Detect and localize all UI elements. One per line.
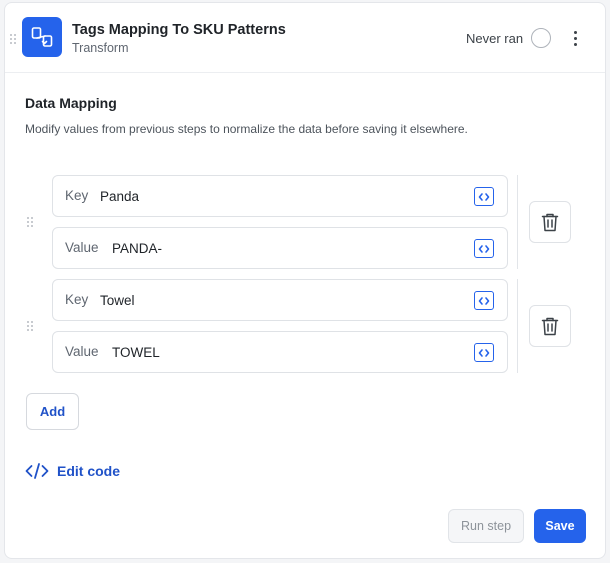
- key-label: Key: [65, 188, 89, 203]
- value-label: Value: [65, 240, 99, 255]
- step-type: Transform: [72, 41, 129, 55]
- trash-icon: [541, 213, 559, 232]
- section-title: Data Mapping: [25, 95, 117, 111]
- code-icon: [25, 463, 49, 479]
- delete-mapping-button[interactable]: [529, 201, 571, 243]
- trash-icon: [541, 317, 559, 336]
- value-value[interactable]: TOWEL: [112, 345, 160, 360]
- section-description: Modify values from previous steps to nor…: [25, 122, 468, 136]
- add-mapping-button[interactable]: Add: [26, 393, 79, 430]
- transform-icon: [22, 17, 62, 57]
- more-options-icon[interactable]: [567, 29, 583, 47]
- key-label: Key: [65, 292, 89, 307]
- mapping-key-field[interactable]: Key Panda: [52, 175, 508, 217]
- mapping-drag-handle-icon[interactable]: [27, 217, 33, 227]
- value-label: Value: [65, 344, 99, 359]
- edit-code-link[interactable]: Edit code: [25, 461, 120, 481]
- step-header: Tags Mapping To SKU Patterns Transform N…: [5, 3, 605, 73]
- step-card: Tags Mapping To SKU Patterns Transform N…: [4, 2, 606, 559]
- key-value[interactable]: Panda: [100, 189, 139, 204]
- drag-handle-icon[interactable]: [10, 34, 16, 44]
- key-value[interactable]: Towel: [100, 293, 135, 308]
- run-status-text: Never ran: [466, 31, 524, 46]
- value-value[interactable]: PANDA-: [112, 241, 162, 256]
- code-icon[interactable]: [474, 343, 494, 362]
- delete-mapping-button[interactable]: [529, 305, 571, 347]
- save-button[interactable]: Save: [534, 509, 586, 543]
- code-icon[interactable]: [474, 187, 494, 206]
- mapping-group-divider: [517, 279, 518, 373]
- run-step-button[interactable]: Run step: [448, 509, 524, 543]
- mapping-drag-handle-icon[interactable]: [27, 321, 33, 331]
- mapping-key-field[interactable]: Key Towel: [52, 279, 508, 321]
- mapping-group-divider: [517, 175, 518, 269]
- code-icon[interactable]: [474, 291, 494, 310]
- run-status-icon: [531, 28, 551, 48]
- step-title: Tags Mapping To SKU Patterns: [72, 22, 286, 38]
- mapping-value-field[interactable]: Value TOWEL: [52, 331, 508, 373]
- edit-code-label: Edit code: [57, 463, 121, 479]
- code-icon[interactable]: [474, 239, 494, 258]
- mapping-value-field[interactable]: Value PANDA-: [52, 227, 508, 269]
